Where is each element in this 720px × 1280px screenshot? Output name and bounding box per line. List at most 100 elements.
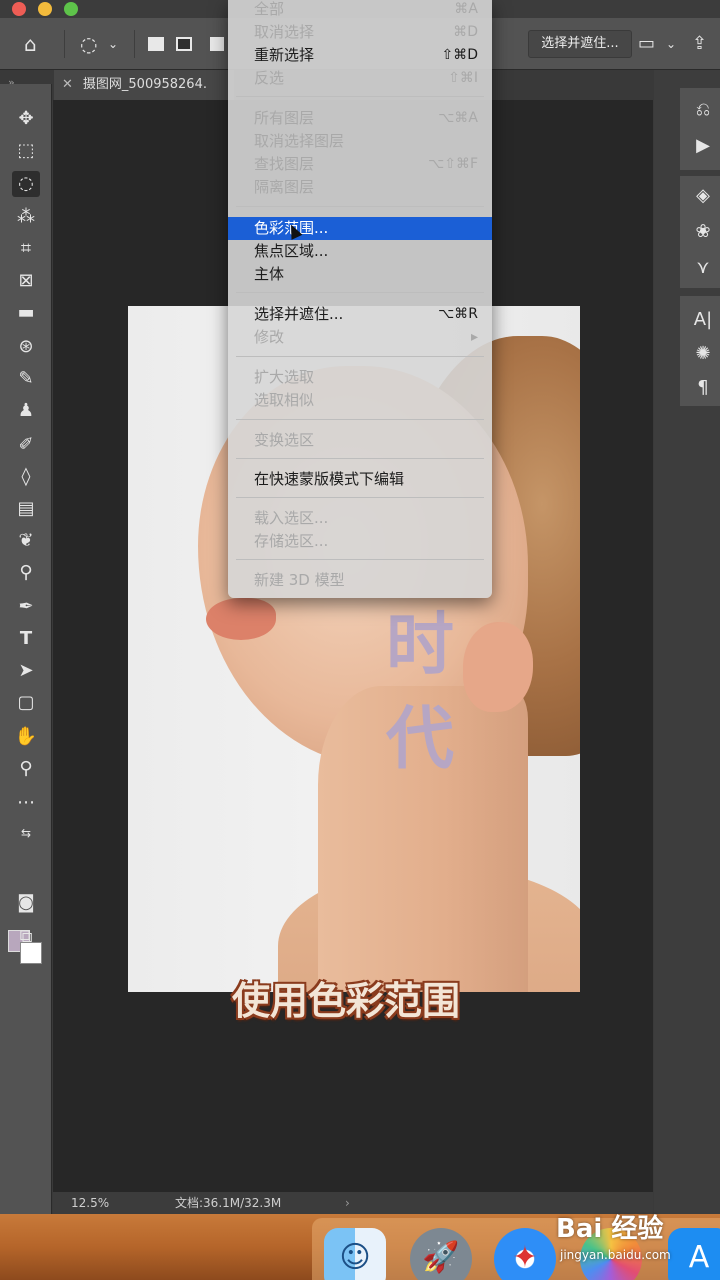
menu-item-grow[interactable]: 扩大选取 — [228, 366, 492, 389]
status-menu-arrow[interactable]: › — [345, 1192, 350, 1214]
menu-item-label: 查找图层 — [254, 155, 315, 173]
menu-item-new-3d-model[interactable]: 新建 3D 模型 — [228, 569, 492, 592]
more-tools-icon[interactable]: ⋯ — [12, 790, 40, 816]
type-tool-icon[interactable]: T — [12, 626, 40, 652]
document-tab-title: 摄图网_500958264. — [82, 77, 207, 92]
actions-play-icon[interactable]: ▶ — [690, 134, 716, 158]
share-icon[interactable]: ⇪ — [692, 32, 707, 56]
overlay-text-char-1: 时 — [386, 606, 455, 685]
add-to-selection-mode-icon[interactable] — [176, 37, 192, 51]
pen-tool-icon[interactable]: ✒ — [12, 594, 40, 620]
menu-separator — [236, 419, 484, 420]
layers-panel-icon[interactable]: ◈ — [690, 184, 716, 208]
workspace-layout-icon[interactable]: ▭ — [638, 32, 655, 56]
menu-separator — [236, 96, 484, 97]
paragraph-panel-icon[interactable]: ¶ — [690, 376, 716, 400]
chevron-down-icon[interactable]: ⌄ — [108, 32, 118, 56]
photo-lips — [206, 598, 276, 640]
select-and-mask-button[interactable]: 选择并遮住... — [528, 30, 632, 58]
menu-item-color-range[interactable]: 色彩范围... — [228, 217, 492, 240]
close-window-button[interactable] — [12, 2, 26, 16]
menu-item-deselect[interactable]: 取消选择 ⌘D — [228, 21, 492, 44]
menu-separator — [236, 292, 484, 293]
document-tab[interactable]: ✕ 摄图网_500958264. — [54, 70, 234, 100]
menu-item-label: 重新选择 — [254, 46, 315, 64]
stamp-tool-icon[interactable]: ♟ — [12, 398, 40, 424]
marquee-tool-icon[interactable]: ⬚ — [12, 138, 40, 164]
menu-item-label: 主体 — [254, 265, 285, 283]
screen-mode-icon[interactable]: ⧉ — [12, 924, 40, 950]
hand-tool-icon[interactable]: ✋ — [12, 724, 40, 750]
frame-tool-icon[interactable]: ⊠ — [12, 268, 40, 294]
menu-item-all-layers[interactable]: 所有图层 ⌥⌘A — [228, 107, 492, 130]
menu-item-shortcut: ⌥⌘A — [438, 110, 478, 126]
menu-item-all[interactable]: 全部 ⌘A — [228, 0, 492, 21]
minimize-window-button[interactable] — [38, 2, 52, 16]
character-panel-icon[interactable]: A| — [690, 308, 716, 332]
healing-brush-tool-icon[interactable]: ⊛ — [12, 334, 40, 360]
eraser-tool-icon[interactable]: ◊ — [12, 464, 40, 490]
menu-item-shortcut: ⌘A — [454, 1, 478, 17]
menu-item-shortcut: ⌥⇧⌘F — [428, 156, 478, 172]
path-selection-tool-icon[interactable]: ➤ — [12, 658, 40, 684]
menu-item-select-and-mask[interactable]: 选择并遮住... ⌥⌘R — [228, 303, 492, 326]
menu-item-find-layers[interactable]: 查找图层 ⌥⇧⌘F — [228, 153, 492, 176]
zoom-tool-icon[interactable]: ⚲ — [12, 756, 40, 782]
quick-mask-icon[interactable]: ◙ — [12, 890, 40, 916]
menu-item-shortcut: ⌘D — [453, 24, 478, 40]
menu-item-label: 变换选区 — [254, 431, 315, 449]
shape-tool-icon[interactable]: ▢ — [12, 690, 40, 716]
brush-tool-icon[interactable]: ✎ — [12, 366, 40, 392]
subtract-selection-mode-icon[interactable] — [210, 37, 224, 51]
history-brush-tool-icon[interactable]: ✐ — [12, 432, 40, 458]
swap-colors-icon[interactable]: ⇆ — [12, 820, 40, 846]
lasso-preset-icon[interactable]: ◌ — [80, 32, 97, 56]
menu-item-focus-area[interactable]: 焦点区域... — [228, 240, 492, 263]
menu-separator — [236, 559, 484, 560]
ruler-tool-icon[interactable]: ▬ — [12, 300, 40, 326]
dodge-tool-icon[interactable]: ⚲ — [12, 560, 40, 586]
menu-item-quick-mask-edit[interactable]: 在快速蒙版模式下编辑 — [228, 468, 492, 491]
menu-item-label: 载入选区... — [254, 509, 329, 527]
crop-tool-icon[interactable]: ⌗ — [12, 236, 40, 262]
menu-item-label: 隔离图层 — [254, 178, 315, 196]
options-divider — [134, 30, 135, 58]
menu-item-isolate-layers[interactable]: 隔离图层 — [228, 176, 492, 199]
menu-item-subject[interactable]: 主体 — [228, 263, 492, 286]
video-subtitle: 使用色彩范围 — [232, 979, 461, 1023]
menu-item-reselect[interactable]: 重新选择 ⇧⌘D — [228, 44, 492, 67]
tools-panel: ✥ ⬚ ◌ ⁂ ⌗ ⊠ ▬ ⊛ ✎ ♟ ✐ ◊ ▤ ❦ ⚲ ✒ T ➤ ▢ ✋ … — [0, 84, 52, 1214]
zoom-window-button[interactable] — [64, 2, 78, 16]
new-selection-mode-icon[interactable] — [148, 37, 164, 51]
menu-item-label: 焦点区域... — [254, 242, 329, 260]
lasso-tool-icon[interactable]: ◌ — [12, 171, 40, 197]
chevron-down-icon[interactable]: ⌄ — [666, 32, 676, 56]
menu-item-deselect-layers[interactable]: 取消选择图层 — [228, 130, 492, 153]
glyphs-panel-icon[interactable]: ✺ — [690, 342, 716, 366]
menu-separator — [236, 356, 484, 357]
menu-item-label: 取消选择图层 — [254, 132, 345, 150]
menu-item-modify[interactable]: 修改 ▸ — [228, 326, 492, 349]
menu-item-label: 扩大选取 — [254, 368, 315, 386]
move-tool-icon[interactable]: ✥ — [12, 106, 40, 132]
menu-item-shortcut: ⇧⌘D — [441, 47, 478, 63]
status-bar: 12.5% 文档:36.1M/32.3M › — [53, 1192, 653, 1214]
home-icon[interactable]: ⌂ — [24, 32, 37, 56]
magic-wand-tool-icon[interactable]: ⁂ — [12, 204, 40, 230]
zoom-level[interactable]: 12.5% — [71, 1192, 109, 1214]
finder-icon[interactable]: ☺ — [324, 1228, 386, 1280]
menu-item-transform-selection[interactable]: 变换选区 — [228, 429, 492, 452]
menu-item-save-selection[interactable]: 存储选区... — [228, 530, 492, 553]
history-panel-icon[interactable]: ⎌ — [690, 98, 716, 122]
select-menu-dropdown: 全部 ⌘A 取消选择 ⌘D 重新选择 ⇧⌘D 反选 ⇧⌘I 所有图层 ⌥⌘A 取消选择图层… — [228, 0, 492, 598]
gradient-tool-icon[interactable]: ▤ — [12, 496, 40, 522]
close-tab-icon[interactable]: ✕ — [62, 77, 73, 92]
channels-panel-icon[interactable]: ❀ — [690, 220, 716, 244]
menu-item-load-selection[interactable]: 载入选区... — [228, 507, 492, 530]
menu-item-label: 全部 — [254, 0, 285, 18]
blur-tool-icon[interactable]: ❦ — [12, 528, 40, 554]
menu-item-inverse[interactable]: 反选 ⇧⌘I — [228, 67, 492, 90]
paths-panel-icon[interactable]: ⋎ — [690, 256, 716, 280]
app-store-icon[interactable]: A — [668, 1228, 720, 1280]
menu-item-similar[interactable]: 选取相似 — [228, 389, 492, 412]
